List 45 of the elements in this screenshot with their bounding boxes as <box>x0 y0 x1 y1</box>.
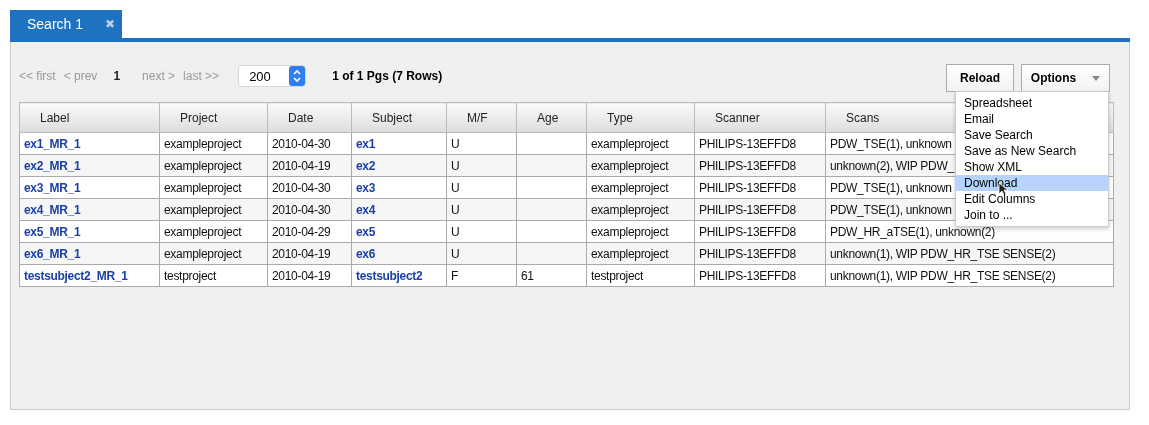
table-cell-text: testproject <box>164 268 217 283</box>
table-cell-text: 2010-04-29 <box>272 224 331 239</box>
table-cell-text: PDW_TSE(1), unknown <box>830 136 952 151</box>
current-page: 1 <box>113 69 121 83</box>
table-cell-text: exampleproject <box>591 158 669 173</box>
table-cell-text: exampleproject <box>591 136 669 151</box>
table-cell-text: PHILIPS-13EFFD8 <box>699 180 796 195</box>
page-summary: 1 of 1 Pgs (7 Rows) <box>332 69 443 83</box>
table-cell-text: exampleproject <box>591 180 669 195</box>
table-cell-text: PHILIPS-13EFFD8 <box>699 246 796 261</box>
table-cell-text: PDW_TSE(1), unknown <box>830 180 952 195</box>
table-cell-text: U <box>451 224 460 239</box>
table-cell-text: PHILIPS-13EFFD8 <box>699 158 796 173</box>
table-cell-text: PDW_TSE(1), unknown <box>830 202 952 217</box>
table-cell-text: U <box>451 158 460 173</box>
table-cell-text: exampleproject <box>591 202 669 217</box>
table-cell-text: exampleproject <box>591 224 669 239</box>
table-cell-text: unknown(2), WIP PDW_ <box>830 158 954 173</box>
table-cell-text: testproject <box>591 268 644 283</box>
table-cell-text: F <box>451 268 459 283</box>
table-cell-text: U <box>451 136 460 151</box>
table-cell-text: U <box>451 180 460 195</box>
table-cell-text: 2010-04-30 <box>272 202 331 217</box>
table-cell-text: 2010-04-19 <box>272 268 331 283</box>
table-cell-text: PHILIPS-13EFFD8 <box>699 224 796 239</box>
table-cell-text: 2010-04-30 <box>272 136 331 151</box>
table-cell-text: exampleproject <box>164 202 242 217</box>
table-cell-text: exampleproject <box>591 246 669 261</box>
table-cell-text: exampleproject <box>164 136 242 151</box>
table-cell-text: 2010-04-19 <box>272 246 331 261</box>
table-cell-text: PHILIPS-13EFFD8 <box>699 202 796 217</box>
table-cell-text: unknown(1), WIP PDW_HR_TSE SENSE(2) <box>830 246 1056 261</box>
table-cell-text: exampleproject <box>164 158 242 173</box>
table-cell-text: exampleproject <box>164 224 242 239</box>
table-cell-text: exampleproject <box>164 246 242 261</box>
table-cell-text: U <box>451 246 460 261</box>
table-cell-text: unknown(1), WIP PDW_HR_TSE SENSE(2) <box>830 268 1056 283</box>
table-cell-text: 2010-04-30 <box>272 180 331 195</box>
table-cell-text: PDW_HR_aTSE(1), unknown(2) <box>830 224 995 239</box>
table-cell-text: exampleproject <box>164 180 242 195</box>
table-cell-text: PHILIPS-13EFFD8 <box>699 136 796 151</box>
table-cell-text: PHILIPS-13EFFD8 <box>699 268 796 283</box>
table-cell-text: 2010-04-19 <box>272 158 331 173</box>
table-cell-text: U <box>451 202 460 217</box>
table-cell-text: 61 <box>521 268 534 283</box>
